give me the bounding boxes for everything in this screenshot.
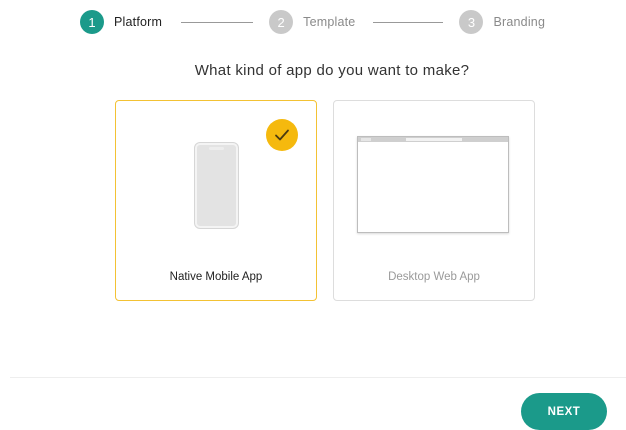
next-button[interactable]: NEXT [521,393,607,430]
option-native-mobile-app[interactable]: Native Mobile App [115,100,317,301]
footer-divider [10,377,626,378]
step-branding[interactable]: 3 Branding [459,10,545,34]
step-connector [181,21,254,23]
step-number-1: 1 [80,10,104,34]
checkmark-icon [266,119,298,151]
step-label-branding: Branding [493,15,546,29]
step-number-3: 3 [459,10,484,34]
step-platform[interactable]: 1 Platform [80,10,162,34]
stepper: 1 Platform 2 Template 3 Branding [80,9,545,35]
step-connector [373,21,444,23]
step-label-platform: Platform [114,15,163,29]
option-desktop-web-app[interactable]: Desktop Web App [333,100,535,301]
browser-window-icon [357,136,509,233]
step-number-2: 2 [269,10,294,34]
mobile-phone-icon [195,143,238,228]
option-label: Native Mobile App [169,271,263,283]
page-question: What kind of app do you want to make? [194,62,470,79]
step-label-template: Template [303,15,356,29]
option-label: Desktop Web App [388,271,480,283]
step-template[interactable]: 2 Template [269,10,355,34]
